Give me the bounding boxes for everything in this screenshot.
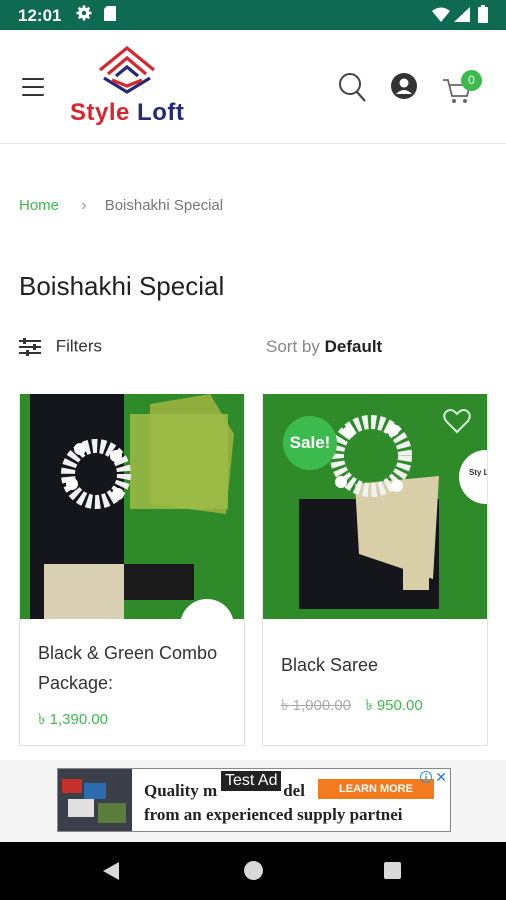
search-icon[interactable] (338, 72, 366, 102)
sort-prefix: Sort by (266, 337, 320, 356)
ad-subline: from an experienced supply partnei (144, 805, 403, 824)
current-price: ৳ 950.00 (365, 697, 423, 714)
product-image[interactable] (20, 394, 245, 619)
logo[interactable]: Style Loft (68, 44, 198, 129)
logo-text: Style Loft (70, 99, 184, 127)
product-name[interactable]: Black Saree (281, 650, 471, 680)
filters-icon (19, 337, 41, 356)
app-header: Style Loft 0 (0, 30, 506, 144)
breadcrumb-current: Boishakhi Special (104, 197, 224, 214)
cart-button[interactable]: 0 (441, 70, 485, 103)
product-name[interactable]: Black & Green Combo Package: (38, 638, 228, 698)
battery-icon (478, 5, 488, 23)
product-price: ৳ 1,000.00 ৳ 950.00 (281, 694, 423, 719)
signal-icon (454, 7, 470, 22)
sort-value: Default (324, 337, 383, 356)
close-icon[interactable]: ✕ (435, 769, 447, 786)
status-time: 12:01 (18, 6, 62, 25)
filters-label: Filters (55, 336, 103, 356)
back-icon[interactable] (101, 861, 121, 881)
current-price: ৳ 1,390.00 (38, 711, 109, 728)
ad-image[interactable] (58, 769, 132, 831)
menu-icon[interactable] (22, 78, 44, 96)
account-icon[interactable] (391, 73, 417, 99)
ad-headline-end: del (283, 781, 305, 800)
heart-icon[interactable] (443, 408, 471, 434)
breadcrumb-separator: › (81, 197, 87, 214)
recents-icon[interactable] (384, 862, 401, 879)
filters-button[interactable]: Filters (19, 336, 102, 360)
ad-headline-start: Quality m (144, 781, 218, 800)
product-card[interactable]: Sale! Sty Lo Black Saree ৳ 1,000.00 ৳ 95… (262, 394, 488, 746)
page-title: Boishakhi Special (19, 271, 225, 301)
test-ad-label: Test Ad (221, 771, 282, 791)
logo-word-loft: Loft (137, 99, 185, 126)
info-icon[interactable] (420, 771, 432, 783)
sort-dropdown[interactable]: Sort by Default (266, 337, 382, 357)
product-card[interactable]: Black & Green Combo Package: ৳ 1,390.00 (19, 394, 245, 746)
ad-area: Quality m del from an experienced supply … (0, 760, 506, 842)
ad-banner[interactable]: Quality m del from an experienced supply … (57, 768, 451, 832)
home-icon[interactable] (244, 861, 263, 880)
wifi-icon (432, 7, 450, 22)
cart-count-badge: 0 (461, 70, 482, 91)
breadcrumb-home-link[interactable]: Home (19, 197, 59, 214)
product-price: ৳ 1,390.00 (38, 708, 108, 733)
old-price: ৳ 1,000.00 (281, 697, 352, 714)
ad-learn-more-button[interactable]: LEARN MORE (318, 779, 434, 799)
breadcrumb: Home › Boishakhi Special (19, 197, 223, 215)
status-bar: 12:01 (0, 0, 506, 30)
logo-mark (98, 46, 156, 94)
gear-icon (76, 5, 92, 21)
sd-card-icon (104, 6, 116, 21)
logo-word-style: Style (70, 99, 130, 126)
system-nav-bar (0, 842, 506, 900)
sale-badge: Sale! (283, 416, 337, 470)
